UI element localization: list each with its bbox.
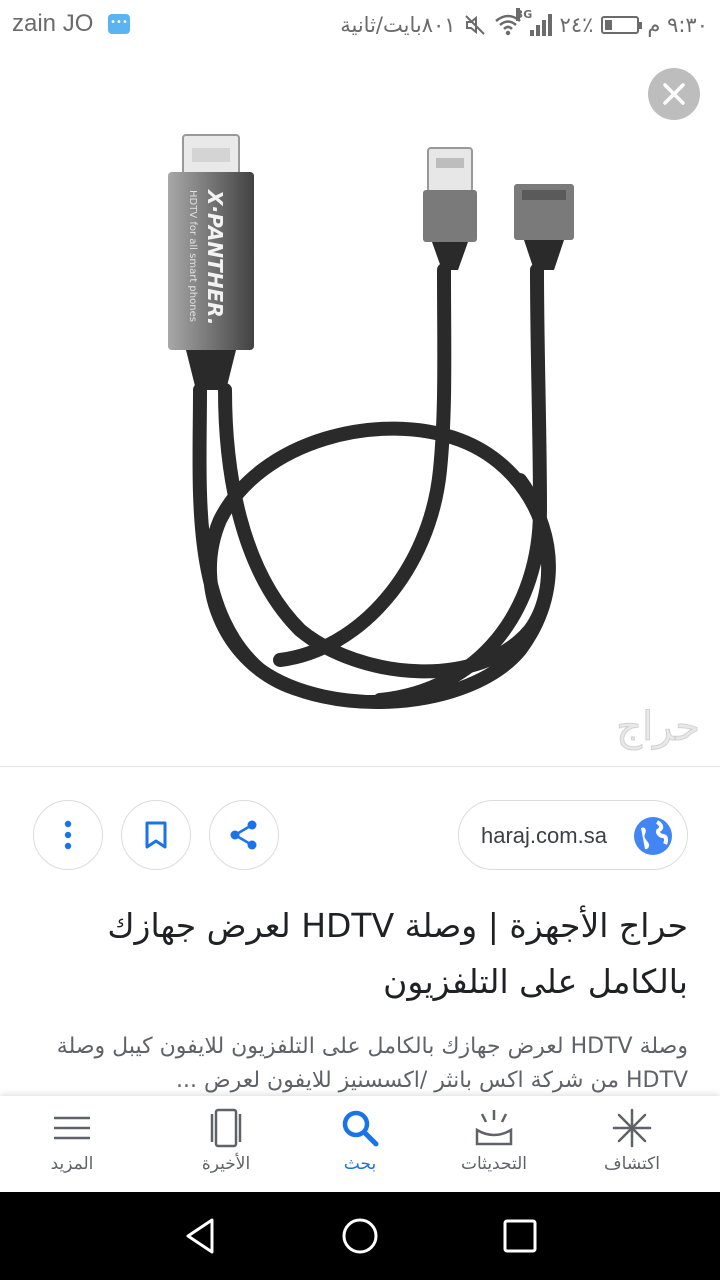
recents-icon[interactable] <box>498 1214 542 1258</box>
bookmark-icon <box>145 821 167 849</box>
nav-recent[interactable]: الأخيرة <box>154 1096 298 1192</box>
data-speed: ٨٠١بايت/ثانية <box>340 13 456 37</box>
bottom-navigation: المزيد الأخيرة بحث التحديثات اكتشاف <box>0 1096 720 1192</box>
nav-search-label: بحث <box>343 1154 377 1174</box>
search-icon <box>342 1110 379 1147</box>
status-bar: zain JO ••• ٨٠١بايت/ثانية 3G ٢٤٪ ٩:٣٠ م <box>0 0 720 50</box>
back-icon[interactable] <box>178 1214 222 1258</box>
menu-icon <box>54 1116 90 1140</box>
nav-updates-label: التحديثات <box>461 1154 527 1174</box>
clock: ٩:٣٠ م <box>647 13 708 37</box>
image-viewer: X·PANTHER. HDTV for all smart phones حرا… <box>0 50 720 767</box>
nav-search[interactable]: بحث <box>288 1096 432 1192</box>
product-brand: X·PANTHER. <box>203 188 227 325</box>
product-subtext: HDTV for all smart phones <box>187 190 198 322</box>
product-image: X·PANTHER. HDTV for all smart phones حرا… <box>168 134 701 752</box>
nav-discover-label: اكتشاف <box>604 1154 660 1174</box>
battery-icon <box>601 16 643 34</box>
updates-icon <box>475 1110 513 1146</box>
network-type: 3G <box>515 8 533 21</box>
nav-more[interactable]: المزيد <box>0 1096 144 1192</box>
carrier-name: zain JO <box>12 10 94 37</box>
action-row: haraj.com.sa <box>0 800 720 874</box>
signal-icon: 3G <box>515 8 552 36</box>
recent-icon <box>210 1108 242 1148</box>
source-domain: haraj.com.sa <box>481 823 607 848</box>
discover-icon <box>612 1108 652 1148</box>
nav-updates[interactable]: التحديثات <box>422 1096 566 1192</box>
system-navigation-bar <box>0 1192 720 1280</box>
share-button[interactable] <box>209 800 279 870</box>
more-options-button[interactable] <box>33 800 103 870</box>
result-description: وصلة HDTV لعرض جهازك بالكامل على التلفزي… <box>56 1034 688 1093</box>
globe-icon <box>634 817 672 855</box>
battery-percent: ٢٤٪ <box>559 13 594 37</box>
watermark-logo: حراج <box>616 704 700 751</box>
save-button[interactable] <box>121 800 191 870</box>
mute-icon <box>464 15 485 35</box>
close-icon <box>663 83 685 105</box>
share-icon <box>230 820 257 850</box>
source-link[interactable]: haraj.com.sa <box>458 800 688 870</box>
nav-more-label: المزيد <box>50 1154 94 1174</box>
result-title[interactable]: حراج الأجهزة | وصلة HDTV لعرض جهازك بالك… <box>24 898 688 1010</box>
close-button[interactable] <box>648 68 700 120</box>
more-vert-icon <box>64 820 72 850</box>
home-icon[interactable] <box>338 1214 382 1258</box>
nav-discover[interactable]: اكتشاف <box>560 1096 704 1192</box>
nav-recent-label: الأخيرة <box>201 1154 251 1174</box>
message-notification-icon: ••• <box>108 14 130 34</box>
